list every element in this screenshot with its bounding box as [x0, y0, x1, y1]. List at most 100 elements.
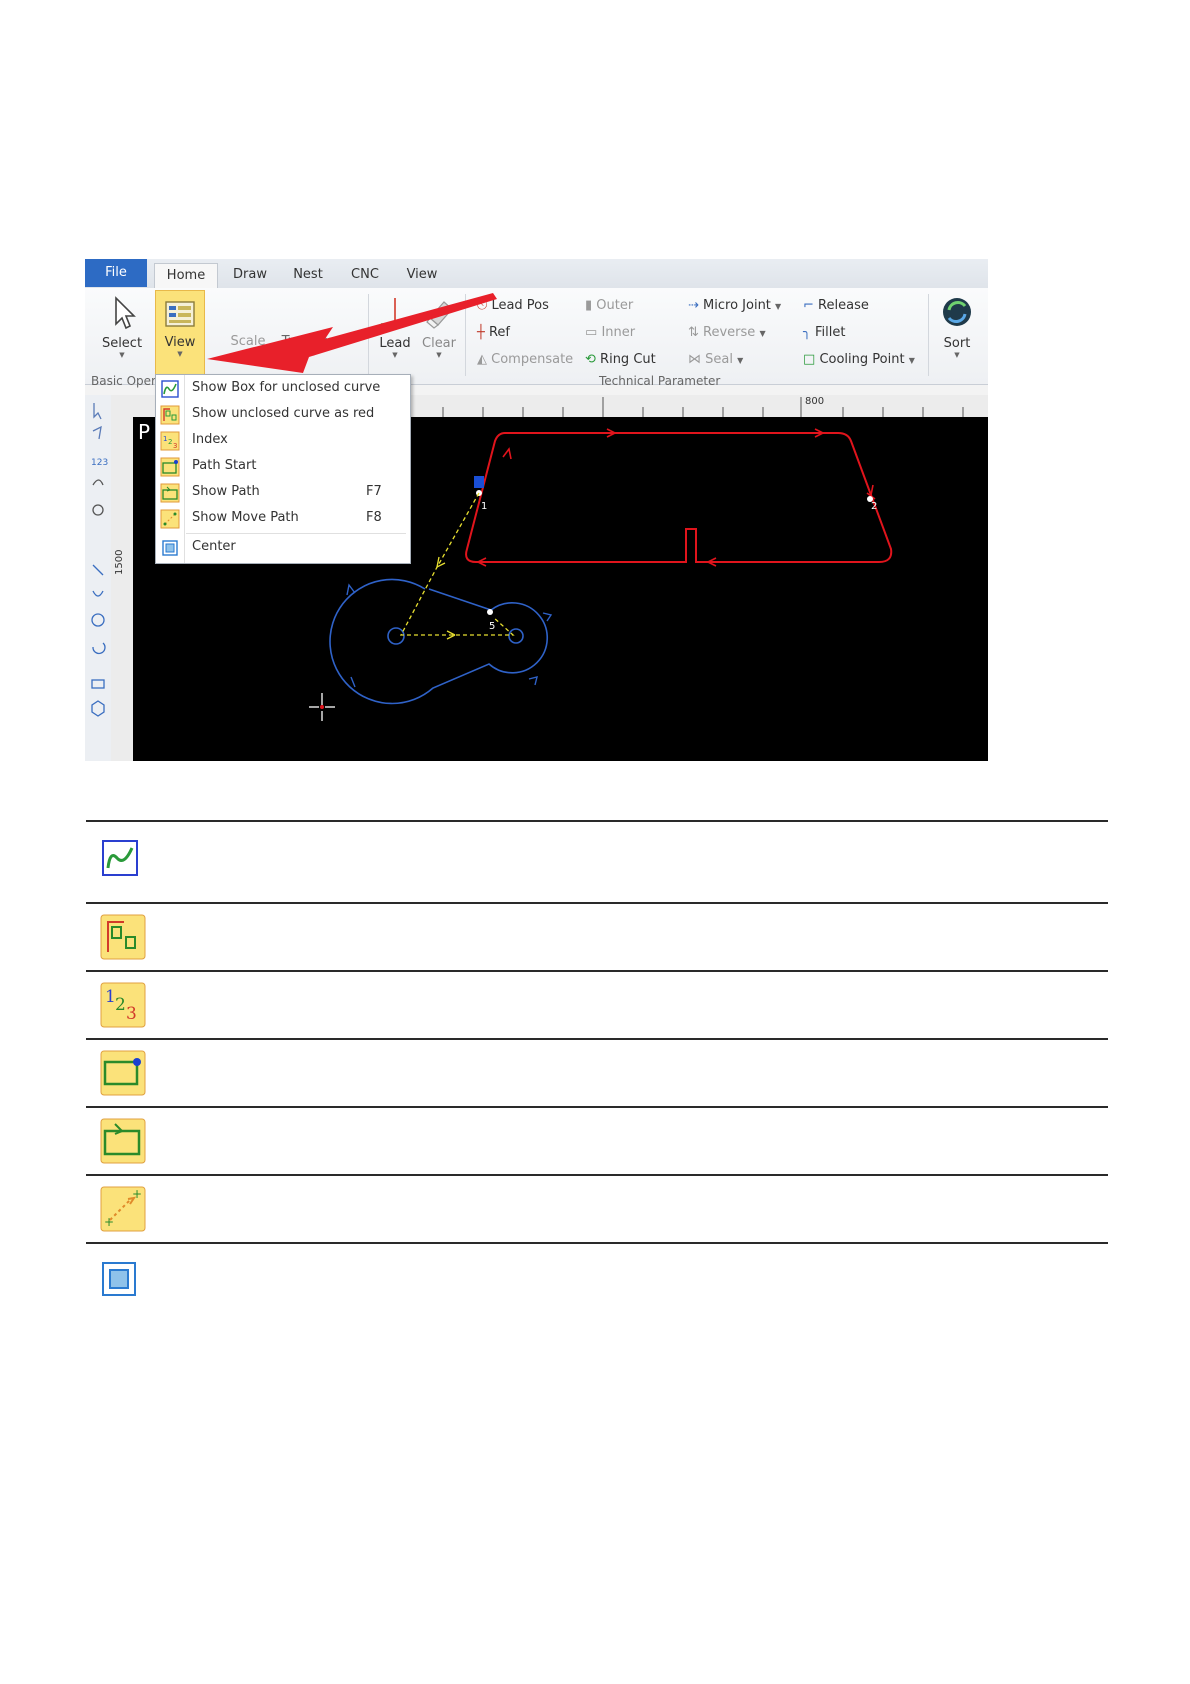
- menu-item-label: Index: [192, 432, 228, 447]
- menu-item-shortcut: F8: [366, 510, 382, 525]
- fillet-label: Fillet: [814, 325, 846, 340]
- select-button[interactable]: Select ▼: [97, 294, 147, 359]
- menu-item-shortcut: F7: [366, 484, 382, 499]
- outer-button[interactable]: ▮ Outer: [585, 298, 633, 313]
- red-cut-path: [465, 432, 893, 563]
- cooling-point-button[interactable]: □ Cooling Point ▼: [803, 352, 915, 367]
- index-icon: 123: [160, 431, 180, 451]
- icon-table-row: + +: [86, 1174, 1108, 1244]
- menu-item-label: Show Box for unclosed curve: [192, 380, 381, 395]
- unclosed-curve-box-icon: [102, 840, 138, 876]
- menu-item-label: Show Move Path: [192, 510, 299, 525]
- reverse-button[interactable]: ⇅ Reverse ▼: [688, 325, 766, 340]
- inner-icon: ▭: [585, 325, 598, 340]
- cursor-arrow-icon: [115, 296, 136, 330]
- fillet-button[interactable]: ╮ Fillet: [803, 325, 845, 340]
- menu-item-index[interactable]: 123 Index: [156, 428, 410, 454]
- path-start-icon: [100, 1050, 146, 1096]
- menu-item-show-move-path[interactable]: Show Move Path F8: [156, 506, 410, 532]
- ring-cut-label: Ring Cut: [600, 352, 656, 367]
- show-path-icon: [160, 483, 180, 503]
- reverse-icon: ⇅: [688, 325, 699, 340]
- icon-table-row: [86, 1038, 1108, 1108]
- micro-joint-icon: ⇢: [688, 298, 699, 313]
- svg-text:3: 3: [173, 442, 177, 450]
- index-icon: 1 2 3: [100, 982, 146, 1028]
- cooling-point-label: Cooling Point: [819, 352, 905, 367]
- icon-table-row: 1 2 3: [86, 970, 1108, 1040]
- view-dropdown-menu: Show Box for unclosed curve Show unclose…: [155, 374, 411, 564]
- path-label-2: 2: [871, 501, 877, 512]
- unclosed-curve-red-icon: [160, 405, 180, 425]
- group-basic-label: Basic Oper: [91, 374, 156, 388]
- icon-table-row: [86, 1106, 1108, 1176]
- move-path: [399, 492, 515, 636]
- show-move-path-icon: [160, 509, 180, 529]
- canvas-partial-label: P: [138, 420, 151, 444]
- tab-draw[interactable]: Draw: [225, 263, 275, 287]
- tab-nest[interactable]: Nest: [285, 263, 331, 287]
- path-label-5: 5: [489, 621, 495, 632]
- group-technical-label: Technical Parameter: [599, 374, 721, 388]
- show-move-path-icon: + +: [100, 1186, 146, 1232]
- reverse-label: Reverse: [703, 325, 756, 340]
- micro-joint-button[interactable]: ⇢ Micro Joint ▼: [688, 298, 781, 313]
- tab-file[interactable]: File: [85, 259, 147, 287]
- inner-label: Inner: [601, 325, 636, 340]
- center-icon: [162, 540, 178, 556]
- svg-text:2: 2: [168, 438, 172, 446]
- menu-item-show-path[interactable]: Show Path F7: [156, 480, 410, 506]
- tab-home[interactable]: Home: [154, 263, 218, 288]
- sort-cycle-icon: [943, 298, 971, 326]
- center-icon: [102, 1262, 136, 1296]
- menu-item-label: Show Path: [192, 484, 260, 499]
- icon-table-row: [86, 1242, 1108, 1320]
- sort-label: Sort: [943, 336, 971, 351]
- fillet-icon: ╮: [803, 325, 811, 340]
- cooling-point-icon: □: [803, 352, 816, 367]
- view-grid-icon: [165, 301, 195, 327]
- icon-table-row: [86, 902, 1108, 972]
- left-toolbar-icons: 123: [91, 403, 108, 717]
- vertical-ruler: 1500: [111, 395, 134, 761]
- menu-item-show-box-unclosed[interactable]: Show Box for unclosed curve: [156, 376, 410, 402]
- ruler-mark: 800: [805, 396, 825, 407]
- ring-cut-button[interactable]: ⟲ Ring Cut: [585, 352, 656, 367]
- release-icon: ⌐: [803, 298, 814, 313]
- menu-item-show-unclosed-red[interactable]: Show unclosed curve as red: [156, 402, 410, 428]
- show-path-icon: [100, 1118, 146, 1164]
- sort-button[interactable]: Sort ▼: [935, 294, 979, 359]
- svg-text:+: +: [104, 1215, 114, 1229]
- left-toolbar: 123: [85, 395, 112, 761]
- menu-item-center[interactable]: Center: [156, 535, 410, 561]
- seal-button[interactable]: ⋈ Seal ▼: [688, 352, 743, 367]
- unclosed-curve-red-icon: [100, 914, 146, 960]
- tab-cnc[interactable]: CNC: [343, 263, 387, 287]
- path-label-1: 1: [481, 501, 487, 512]
- svg-text:3: 3: [126, 1004, 137, 1024]
- path-start-icon: [160, 457, 180, 477]
- tab-view[interactable]: View: [400, 263, 444, 287]
- select-label: Select: [101, 336, 143, 351]
- seal-label: Seal: [705, 352, 733, 367]
- path-start-marker: [474, 476, 484, 488]
- vruler-mark: 1500: [114, 549, 125, 575]
- menu-item-label: Path Start: [192, 458, 257, 473]
- view-label: View: [164, 335, 196, 350]
- release-button[interactable]: ⌐ Release: [803, 298, 869, 313]
- seal-icon: ⋈: [688, 352, 701, 367]
- software-screenshot: File Home Draw Nest CNC View Select ▼ Vi…: [85, 259, 988, 761]
- view-button[interactable]: View ▼: [155, 290, 205, 376]
- release-label: Release: [818, 298, 869, 313]
- menu-item-path-start[interactable]: Path Start: [156, 454, 410, 480]
- inner-button[interactable]: ▭ Inner: [585, 325, 635, 340]
- micro-joint-label: Micro Joint: [703, 298, 771, 313]
- svg-text:+: +: [132, 1187, 142, 1201]
- svg-text:2: 2: [115, 995, 126, 1015]
- menu-item-label: Center: [192, 539, 236, 554]
- blue-cut-path: [329, 578, 549, 705]
- outer-icon: ▮: [585, 298, 593, 313]
- svg-text:1: 1: [163, 435, 167, 443]
- red-pointer-arrow-icon: [207, 293, 497, 373]
- ribbon-tab-bar: File Home Draw Nest CNC View: [85, 259, 988, 289]
